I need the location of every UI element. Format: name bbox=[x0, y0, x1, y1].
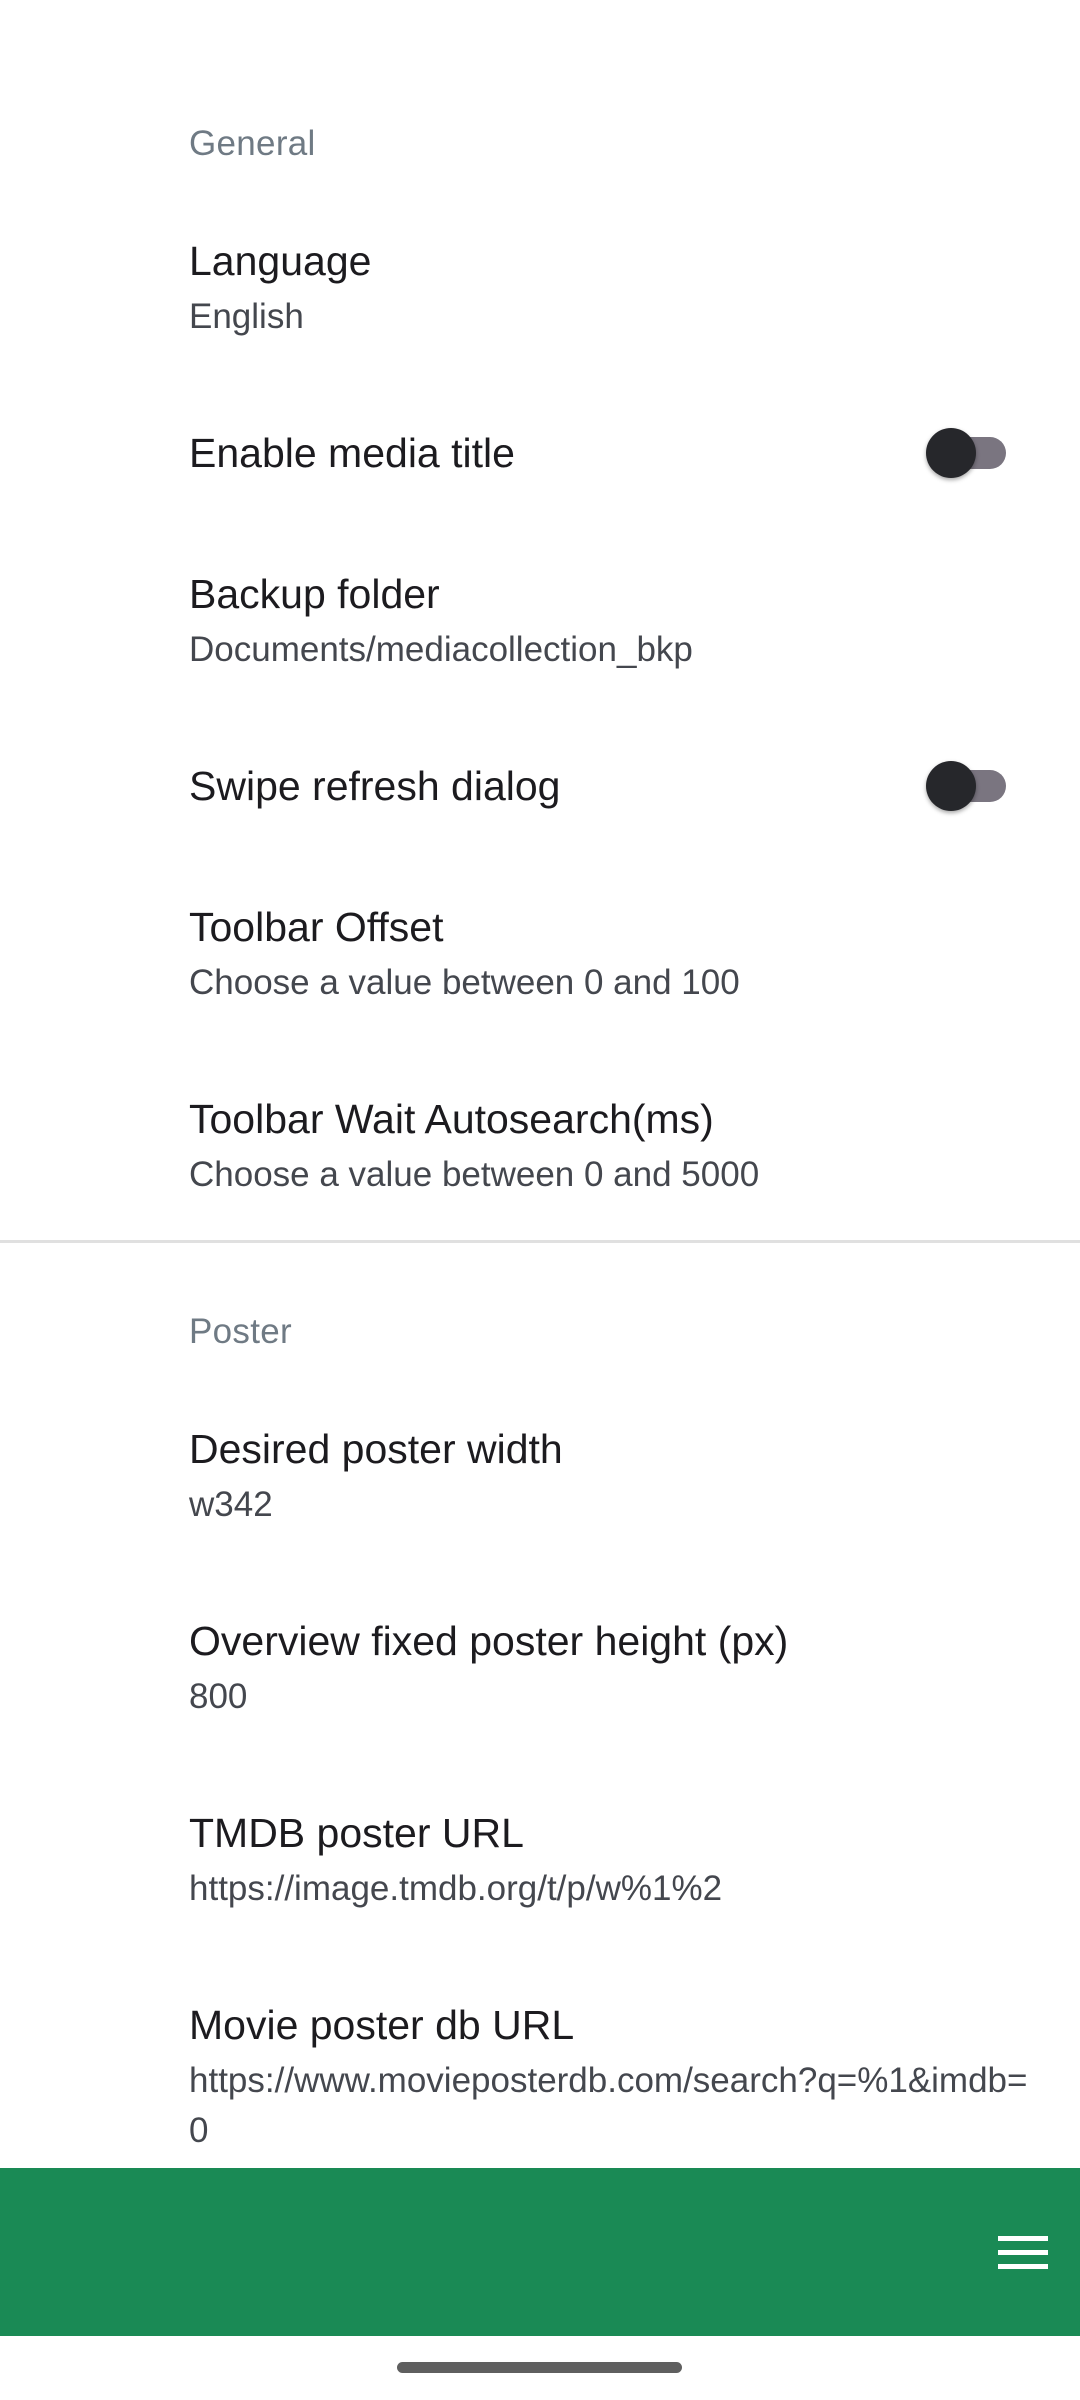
pref-movie-poster-db-url-title: Movie poster db URL bbox=[189, 2002, 575, 2048]
pref-language-title: Language bbox=[189, 238, 372, 284]
pref-movie-poster-db-url-summary: https://www.movieposterdb.com/search?q=%… bbox=[189, 2061, 1028, 2150]
pref-language-summary: English bbox=[189, 297, 304, 336]
pref-tmdb-poster-url-summary: https://image.tmdb.org/t/p/w%1%2 bbox=[189, 1869, 723, 1908]
section-divider bbox=[0, 1240, 1080, 1243]
section-header-general: General bbox=[189, 124, 316, 163]
pref-backup-folder-summary: Documents/mediacollection_bkp bbox=[189, 630, 693, 669]
enable-media-title-switch[interactable] bbox=[926, 423, 1008, 483]
section-header-poster: Poster bbox=[189, 1312, 292, 1351]
pref-tmdb-poster-url-title: TMDB poster URL bbox=[189, 1810, 524, 1856]
switch-thumb bbox=[926, 428, 976, 478]
pref-backup-folder-title: Backup folder bbox=[189, 571, 440, 617]
pref-toolbar-offset-title: Toolbar Offset bbox=[189, 904, 444, 950]
pref-overview-poster-height[interactable]: Overview fixed poster height (px) 800 bbox=[0, 1600, 1080, 1750]
pref-overview-poster-height-summary: 800 bbox=[189, 1677, 248, 1716]
pref-overview-poster-height-title: Overview fixed poster height (px) bbox=[189, 1618, 789, 1664]
swipe-refresh-dialog-switch[interactable] bbox=[926, 756, 1008, 816]
gesture-navigation-bar[interactable] bbox=[397, 2362, 682, 2373]
pref-desired-poster-width[interactable]: Desired poster width w342 bbox=[0, 1408, 1080, 1558]
pref-toolbar-wait-autosearch-summary: Choose a value between 0 and 5000 bbox=[189, 1155, 760, 1194]
pref-toolbar-wait-autosearch-title: Toolbar Wait Autosearch(ms) bbox=[189, 1096, 714, 1142]
pref-toolbar-wait-autosearch[interactable]: Toolbar Wait Autosearch(ms) Choose a val… bbox=[0, 1078, 1080, 1228]
menu-button[interactable] bbox=[978, 2218, 1068, 2288]
pref-movie-poster-db-url[interactable]: Movie poster db URL https://www.moviepos… bbox=[0, 1984, 1080, 2168]
bottom-app-bar bbox=[0, 2168, 1080, 2336]
pref-enable-media-title-title: Enable media title bbox=[189, 430, 515, 476]
pref-backup-folder[interactable]: Backup folder Documents/mediacollection_… bbox=[0, 553, 1080, 703]
pref-enable-media-title[interactable]: Enable media title bbox=[0, 400, 1080, 510]
pref-toolbar-offset-summary: Choose a value between 0 and 100 bbox=[189, 963, 740, 1002]
pref-swipe-refresh-dialog[interactable]: Swipe refresh dialog bbox=[0, 733, 1080, 843]
pref-toolbar-offset[interactable]: Toolbar Offset Choose a value between 0 … bbox=[0, 886, 1080, 1036]
pref-desired-poster-width-title: Desired poster width bbox=[189, 1426, 563, 1472]
hamburger-menu-icon bbox=[998, 2236, 1048, 2269]
pref-tmdb-poster-url[interactable]: TMDB poster URL https://image.tmdb.org/t… bbox=[0, 1792, 1080, 1942]
pref-language[interactable]: Language English bbox=[0, 220, 1080, 370]
pref-desired-poster-width-summary: w342 bbox=[189, 1485, 273, 1524]
switch-thumb bbox=[926, 761, 976, 811]
pref-swipe-refresh-dialog-title: Swipe refresh dialog bbox=[189, 763, 561, 809]
